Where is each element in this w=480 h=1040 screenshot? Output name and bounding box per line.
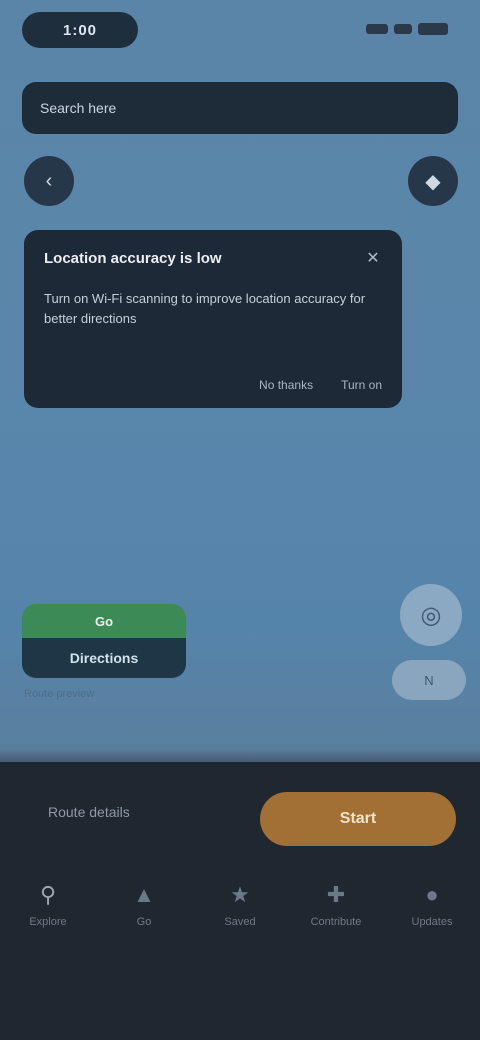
nav-item-explore[interactable]: ⚲ Explore [8,882,88,928]
turn-on-button[interactable]: Turn on [341,378,382,392]
battery-icon [418,23,448,35]
route-info: Route details [48,804,130,820]
tip-title: Location accuracy is low [44,250,222,267]
nav-item-contribute[interactable]: ✚ Contribute [296,882,376,928]
nav-item-go[interactable]: ▲ Go [104,882,184,928]
layers-button[interactable]: ◆ [408,156,458,206]
tip-actions: No thanks Turn on [259,378,382,392]
bottom-panel: Route details Start ⚲ Explore ▲ Go ★ Sav… [0,762,480,1040]
tip-footer: No thanks Turn on [44,378,382,392]
nav-item-updates[interactable]: ● Updates [392,882,472,928]
tip-body: Turn on Wi‑Fi scanning to improve locati… [44,291,366,326]
layers-icon: ◆ [425,170,441,193]
bottom-nav: ⚲ Explore ▲ Go ★ Saved ✚ Contribute ● Up… [0,882,480,972]
go-card[interactable]: Go Directions [22,604,186,678]
nav-item-saved[interactable]: ★ Saved [200,882,280,928]
contribute-icon: ✚ [326,882,346,907]
close-icon[interactable]: ✕ [362,248,384,270]
nav-label: Explore [29,916,67,928]
status-bar: 1:00 [0,0,480,60]
status-time: 1:00 [22,12,138,48]
locate-icon: ◎ [420,601,442,629]
location-tip-card: Location accuracy is low ✕ Turn on Wi‑Fi… [24,230,402,408]
compass-button[interactable]: N [392,660,466,700]
search-bar[interactable]: Search here [22,82,458,134]
wifi-icon [394,24,412,34]
nav-label: Contribute [310,916,362,928]
explore-icon: ⚲ [39,882,57,907]
go-card-bottom: Directions [22,638,186,678]
back-icon: ‹ [45,169,53,192]
updates-icon: ● [425,882,439,907]
nav-label: Updates [411,916,453,928]
signal-icon [366,24,388,34]
search-bar-text: Search here [40,100,117,116]
go-card-top: Go [22,604,186,638]
status-icons [356,22,448,36]
go-icon: ▲ [133,882,155,907]
start-button[interactable]: Start [260,792,456,846]
locate-button[interactable]: ◎ [400,584,462,646]
nav-label: Saved [224,916,256,928]
go-caption: Route preview [24,688,95,700]
compass-label: N [424,672,434,688]
saved-icon: ★ [230,882,250,907]
nav-label: Go [136,916,152,928]
dismiss-button[interactable]: No thanks [259,378,313,392]
back-button[interactable]: ‹ [24,156,74,206]
